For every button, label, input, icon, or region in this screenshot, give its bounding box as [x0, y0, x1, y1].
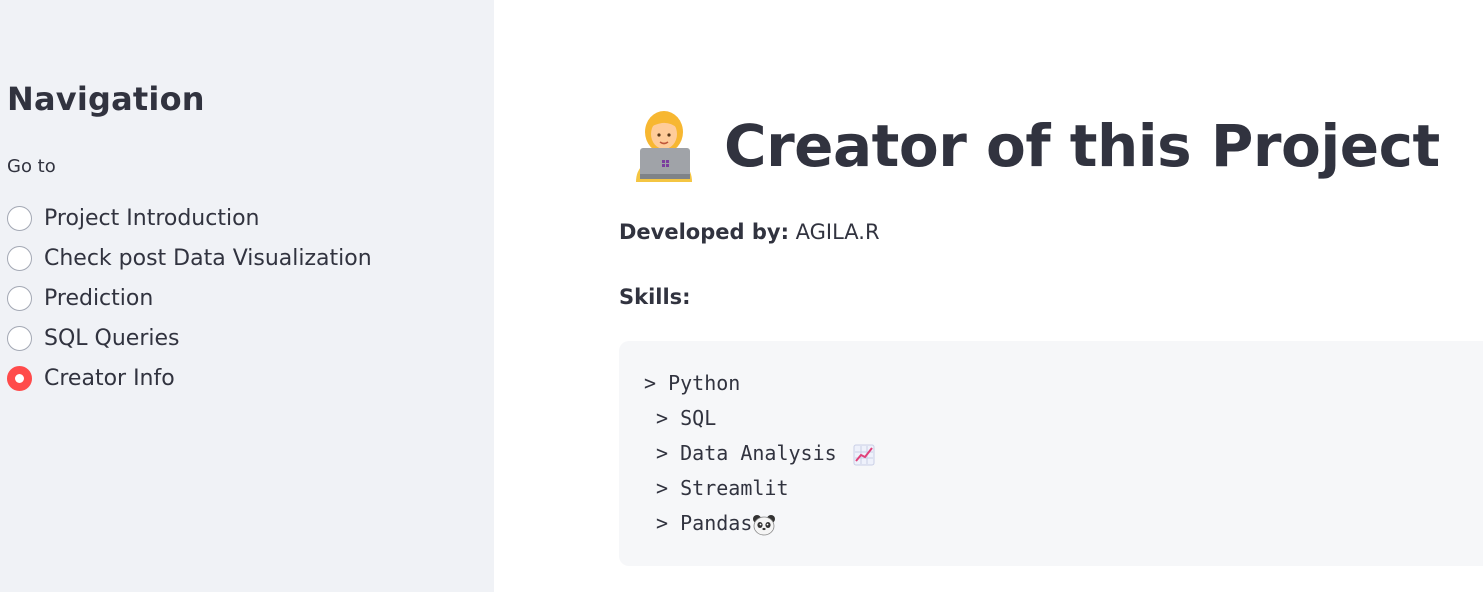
radio-option-check-post-data-visualization[interactable]: Check post Data Visualization: [7, 238, 372, 278]
panda-icon: [753, 514, 776, 535]
skill-line-streamlit: > Streamlit: [644, 476, 789, 500]
main-content: Creator of this Project Developed by: AG…: [494, 0, 1483, 592]
radio-button[interactable]: [7, 205, 32, 231]
skill-text: > SQL: [644, 406, 717, 430]
sidebar-title: Navigation: [7, 80, 205, 118]
developer-name: AGILA.R: [788, 220, 880, 244]
developer-credit-label: Developed by:: [619, 220, 789, 244]
skill-text: > Pandas: [644, 511, 753, 535]
radio-option-label: Project Introduction: [44, 205, 260, 231]
radio-option-project-introduction[interactable]: Project Introduction: [7, 198, 372, 238]
woman-technologist-icon: [636, 111, 692, 182]
radio-group-label: Go to: [7, 156, 56, 177]
radio-button[interactable]: [7, 325, 32, 351]
page-title-text: Creator of this Project: [724, 112, 1440, 180]
chart-increasing-icon: [853, 444, 875, 465]
radio-option-prediction[interactable]: Prediction: [7, 278, 372, 318]
radio-option-label: SQL Queries: [44, 325, 180, 351]
skill-line-pandas: > Pandas: [644, 511, 776, 536]
navigation-radio-group: Project Introduction Check post Data Vis…: [7, 198, 372, 398]
skill-line-data-analysis: > Data Analysis: [644, 441, 875, 466]
radio-button-selected[interactable]: [7, 365, 32, 391]
radio-option-creator-info[interactable]: Creator Info: [7, 358, 372, 398]
radio-option-sql-queries[interactable]: SQL Queries: [7, 318, 372, 358]
radio-button[interactable]: [7, 245, 32, 271]
radio-option-label: Creator Info: [44, 365, 175, 391]
developer-credit: Developed by: AGILA.R: [619, 220, 880, 244]
skill-line-sql: > SQL: [644, 406, 716, 430]
skill-line-python: > Python: [644, 371, 740, 395]
radio-button[interactable]: [7, 285, 32, 311]
skills-heading: Skills:: [619, 285, 691, 309]
skills-code-block: > Python > SQL > Data Analysis > Streaml…: [619, 341, 1483, 566]
skill-text: > Streamlit: [644, 476, 789, 500]
skill-text: > Data Analysis: [644, 441, 849, 465]
skill-text: > Python: [644, 371, 741, 395]
sidebar: Navigation Go to Project Introduction Ch…: [0, 0, 494, 592]
radio-option-label: Check post Data Visualization: [44, 245, 372, 271]
page-title: Creator of this Project: [628, 108, 1440, 184]
radio-option-label: Prediction: [44, 285, 154, 311]
